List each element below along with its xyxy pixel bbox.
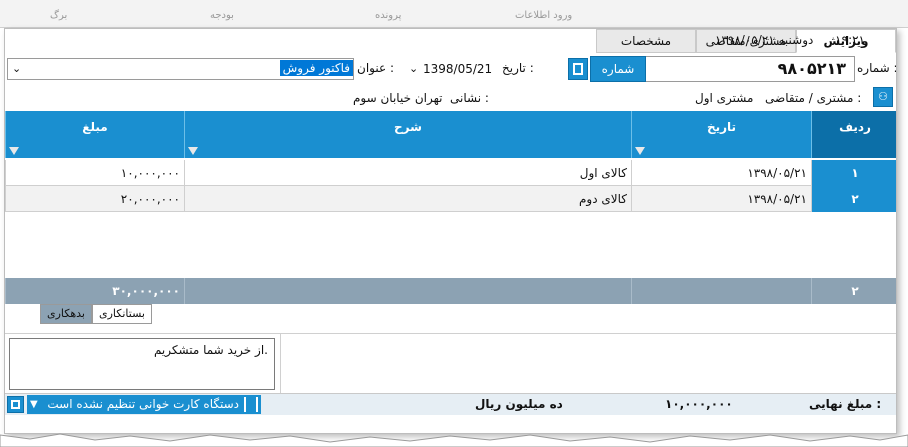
date-value: 1398/05/21 [423,62,493,76]
customer-row: ⚇ مشتری / متقاضی : مشتری اول نشانی : تهر… [5,87,896,109]
clock: ۱۹:۲۱ دوشنبه ۱۳۹۸/۰۵/۲۱ [715,33,865,47]
clock-time: ۱۹:۲۱ [835,33,865,47]
ledger-tabs: بستانکاری بدهکاری [40,304,152,324]
calculator-button[interactable] [568,58,588,80]
customer-label: مشتری / متقاضی : [765,91,862,105]
tab-debit[interactable]: بدهکاری [40,304,92,324]
column-header-amount[interactable]: مبلغ [5,111,184,158]
tab-details[interactable]: مشخصات [596,29,696,53]
background-tab: پرونده [375,10,402,21]
address-label: نشانی : [450,91,489,105]
footer-cell [631,278,811,304]
footer-cell [184,278,631,304]
filter-icon[interactable] [188,147,198,155]
new-number-button[interactable]: شماره جدید [590,56,646,100]
row-number: ۱ [811,160,896,186]
background-tab: برگ [50,10,68,21]
grid-footer: ۲ ۳۰,۰۰۰,۰۰۰ [5,278,896,304]
barcode-icon [244,397,258,412]
column-header-date-label: تاریخ [706,120,737,134]
table-row[interactable]: ۱ ۱۳۹۸/۰۵/۲۱ کالای اول ۱۰,۰۰۰,۰۰۰ [5,160,896,186]
status-bar: ▼ دستگاه کارت خوانی تنظیم نشده است ده می… [5,393,896,415]
calculator-button[interactable] [7,396,24,413]
column-header-date[interactable]: تاریخ [631,111,811,158]
grid-header: ردیف تاریخ شرح مبلغ [5,111,896,158]
background-window-strip: برگ ورود اطلاعات پرونده بودجه [0,0,908,28]
calculator-icon [11,400,20,409]
final-amount-label: مبلغ نهایی : [809,397,882,411]
column-header-description[interactable]: شرح [184,111,631,158]
chevron-down-icon: ▼ [30,399,38,410]
column-header-amount-label: مبلغ [82,120,108,134]
title-combo[interactable]: ⌄ فاکتور فروش [7,58,354,80]
card-reader-status: دستگاه کارت خوانی تنظیم نشده است [47,397,239,411]
torn-edge [0,433,908,447]
column-header-row[interactable]: ردیف [811,111,896,158]
title-label: عنوان : [357,61,394,75]
final-amount: ۱۰,۰۰۰,۰۰۰ [665,397,733,411]
amount-in-words: ده میلیون ریال [475,397,563,411]
note-textarea[interactable]: از خرید شما متشکریم. [9,338,275,390]
row-description[interactable]: کالای اول [184,160,631,186]
row-date[interactable]: ۱۳۹۸/۰۵/۲۱ [631,160,811,186]
invoice-number-field[interactable]: ۹۸۰۵۲۱۳ [645,56,855,82]
title-value: فاکتور فروش [279,60,353,76]
date-picker[interactable]: ⌄ 1398/05/21 [403,58,498,80]
customer-select-icon[interactable]: ⚇ [873,87,893,107]
invoice-header-row: شماره : ۹۸۰۵۲۱۳ شماره جدید تاریخ : ⌄ 139… [5,56,897,100]
filter-icon[interactable] [635,147,645,155]
note-panel: از خرید شما متشکریم. [5,333,896,396]
customer-value: مشتری اول [695,91,754,105]
calculator-icon [573,63,583,75]
invoice-number-label: شماره : [857,61,897,75]
background-tab: ورود اطلاعات [515,10,573,21]
footer-total: ۳۰,۰۰۰,۰۰۰ [5,278,184,304]
table-row[interactable]: ۲ ۱۳۹۸/۰۵/۲۱ کالای دوم ۲۰,۰۰۰,۰۰۰ [5,186,896,212]
note-side-panel [280,334,896,396]
row-description[interactable]: کالای دوم [184,186,631,212]
clock-date: دوشنبه ۱۳۹۸/۰۵/۲۱ [715,33,814,47]
invoice-form: ویرایش مشتری/متقاضی مشخصات ۱۹:۲۱ دوشنبه … [4,28,897,434]
date-label: تاریخ : [502,61,534,75]
card-reader-select[interactable]: ▼ دستگاه کارت خوانی تنظیم نشده است [27,395,261,414]
row-date[interactable]: ۱۳۹۸/۰۵/۲۱ [631,186,811,212]
column-header-description-label: شرح [394,120,422,134]
background-tab: بودجه [210,10,234,21]
filter-icon[interactable] [9,147,19,155]
address-value: تهران خیابان سوم [353,91,443,105]
chevron-down-icon: ⌄ [12,62,22,75]
chevron-down-icon: ⌄ [409,62,419,75]
row-amount[interactable]: ۲۰,۰۰۰,۰۰۰ [5,186,184,212]
footer-count: ۲ [811,278,896,304]
row-amount[interactable]: ۱۰,۰۰۰,۰۰۰ [5,160,184,186]
row-number: ۲ [811,186,896,212]
tab-credit[interactable]: بستانکاری [91,304,152,324]
